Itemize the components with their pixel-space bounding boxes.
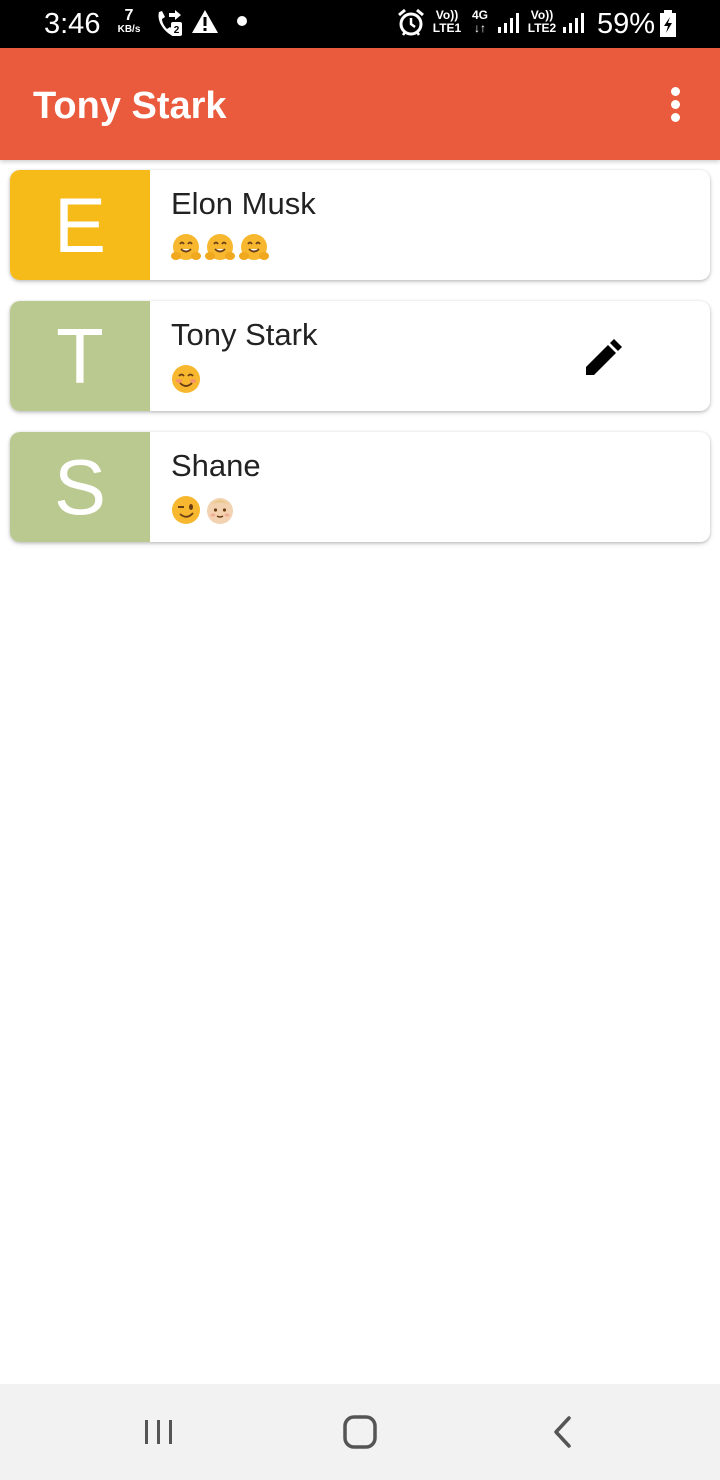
hugging-face-emoji: [205, 234, 235, 260]
contact-name: Shane: [171, 448, 261, 483]
more-vert-icon: [671, 87, 680, 96]
more-vert-icon-dot: [671, 113, 680, 122]
recent-apps-icon: [145, 1420, 172, 1444]
battery-charging-icon: [659, 10, 677, 43]
sim2-label: Vo)) LTE2: [525, 9, 559, 35]
network-speed-unit: KB/s: [117, 24, 141, 35]
network-speed-value: 7: [124, 7, 134, 24]
contact-name: Elon Musk: [171, 186, 316, 221]
sim1-lte-label: LTE1: [432, 21, 462, 35]
home-button[interactable]: [330, 1408, 390, 1456]
status-bar: 3:46 7 KB/s 2 Vo)) LTE1 4G ↓↑ Vo)) LTE2 …: [0, 0, 720, 48]
contact-avatar: T: [10, 301, 150, 411]
smiling-face-emoji: [172, 365, 200, 393]
home-icon: [343, 1415, 377, 1449]
pencil-edit-icon: [586, 339, 622, 375]
contact-avatar: S: [10, 432, 150, 542]
contact-avatar: E: [10, 170, 150, 280]
signal-icon: [497, 12, 521, 39]
sim2-lte-label: LTE2: [527, 21, 557, 35]
network-type: 4G ↓↑: [468, 9, 492, 35]
more-vert-icon-dot: [671, 100, 680, 109]
back-icon: [554, 1416, 571, 1448]
more-options-button[interactable]: [656, 80, 696, 128]
recent-apps-button[interactable]: [129, 1408, 189, 1456]
contact-status-emojis: [170, 363, 202, 403]
status-time: 3:46: [44, 8, 101, 40]
data-arrows-icon: ↓↑: [474, 21, 486, 35]
contact-status-emojis: [170, 494, 236, 534]
hugging-face-emoji: [239, 234, 269, 260]
hugging-face-emoji: [171, 234, 201, 260]
system-navigation-bar: [0, 1384, 720, 1480]
app-bar: Tony Stark: [0, 48, 720, 160]
network-speed: 7 KB/s: [114, 7, 144, 36]
call-forward-icon: 2: [155, 9, 183, 44]
winking-face-emoji: [172, 496, 200, 524]
notification-dot-icon: [237, 16, 247, 26]
contact-name: Tony Stark: [171, 317, 318, 352]
baby-face-emoji: [207, 498, 233, 524]
contact-card-tony-stark[interactable]: T Tony Stark: [10, 301, 710, 411]
back-button[interactable]: [532, 1408, 592, 1456]
contact-card-shane[interactable]: S Shane: [10, 432, 710, 542]
page-title: Tony Stark: [33, 85, 227, 127]
warning-icon: [191, 9, 219, 40]
contact-card-elon-musk[interactable]: E Elon Musk: [10, 170, 710, 280]
signal-icon: [562, 12, 586, 39]
alarm-icon: [397, 8, 425, 43]
sim1-label: Vo)) LTE1: [431, 9, 463, 35]
battery-percentage: 59%: [597, 8, 656, 40]
edit-button[interactable]: [580, 333, 628, 381]
contact-status-emojis: [170, 232, 270, 272]
svg-text:2: 2: [174, 25, 180, 36]
